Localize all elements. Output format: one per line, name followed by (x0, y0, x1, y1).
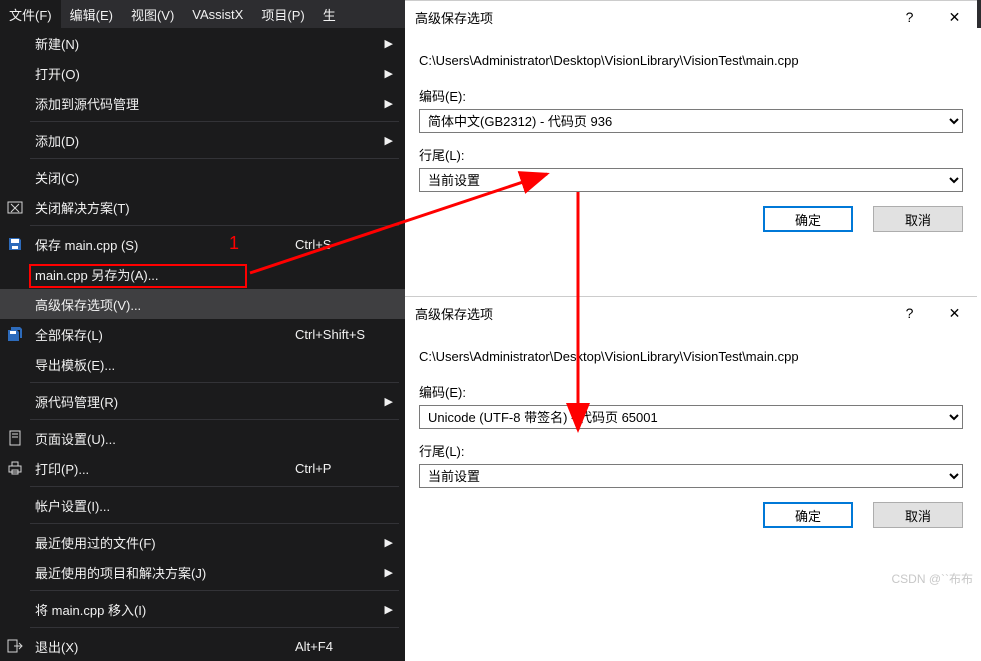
menu-vassistx[interactable]: VAssistX (183, 0, 252, 28)
dialog2-ok-button[interactable]: 确定 (763, 502, 853, 528)
menu-item-label: 导出模板(E)... (30, 355, 295, 374)
menu-item-label: 最近使用过的文件(F) (30, 533, 295, 552)
menu-item-9[interactable]: 全部保存(L)Ctrl+Shift+S (0, 319, 405, 349)
dialog1-file-path: C:\Users\Administrator\Desktop\VisionLib… (419, 53, 963, 68)
page-setup-icon (0, 430, 30, 446)
menu-item-label: 退出(X) (30, 637, 295, 656)
menu-item-4[interactable]: 关闭(C) (0, 162, 405, 192)
menu-item-label: 保存 main.cpp (S) (30, 235, 295, 254)
menu-item-label: 关闭解决方案(T) (30, 198, 295, 217)
menu-item-label: 高级保存选项(V)... (30, 295, 295, 314)
dialog1-close-button[interactable]: ✕ (932, 1, 977, 33)
submenu-arrow-icon: ▶ (385, 37, 393, 50)
menu-item-13[interactable]: 打印(P)...Ctrl+P (0, 453, 405, 483)
print-icon (0, 460, 30, 476)
menu-item-8[interactable]: 高级保存选项(V)... (0, 289, 405, 319)
dialog1-encoding-label: 编码(E): (419, 86, 963, 105)
dialog1-lineend-label: 行尾(L): (419, 145, 963, 164)
menu-item-shortcut: Alt+F4 (295, 639, 405, 654)
dialog2-lineend-select[interactable]: 当前设置 (419, 464, 963, 488)
exit-icon (0, 638, 30, 654)
menu-item-label: 关闭(C) (30, 168, 295, 187)
menu-item-label: 页面设置(U)... (30, 429, 295, 448)
submenu-arrow-icon: ▶ (385, 536, 393, 549)
watermark: CSDN @``布布 (891, 570, 973, 587)
dialog2-encoding-label: 编码(E): (419, 382, 963, 401)
menu-item-label: main.cpp 另存为(A)... (30, 265, 295, 284)
menu-item-15[interactable]: 最近使用过的文件(F) ▶ (0, 527, 405, 557)
menu-view[interactable]: 视图(V) (122, 0, 183, 28)
dialog1-ok-button[interactable]: 确定 (763, 206, 853, 232)
dialog1-help-button[interactable]: ? (887, 1, 932, 33)
menu-item-label: 全部保存(L) (30, 325, 295, 344)
menu-item-5[interactable]: 关闭解决方案(T) (0, 192, 405, 222)
dialog2-lineend-label: 行尾(L): (419, 441, 963, 460)
menu-item-label: 帐户设置(I)... (30, 496, 295, 515)
dialog2-titlebar: 高级保存选项 ? ✕ (405, 297, 977, 329)
dialog2-cancel-button[interactable]: 取消 (873, 502, 963, 528)
menu-item-label: 添加到源代码管理 (30, 94, 295, 113)
submenu-arrow-icon: ▶ (385, 603, 393, 616)
menu-item-2[interactable]: 添加到源代码管理 ▶ (0, 88, 405, 118)
menu-item-14[interactable]: 帐户设置(I)... (0, 490, 405, 520)
dialog2-help-button[interactable]: ? (887, 297, 932, 329)
submenu-arrow-icon: ▶ (385, 566, 393, 579)
menu-item-10[interactable]: 导出模板(E)... (0, 349, 405, 379)
dialog1-title: 高级保存选项 (405, 8, 887, 27)
dialog2-file-path: C:\Users\Administrator\Desktop\VisionLib… (419, 349, 963, 364)
menu-item-1[interactable]: 打开(O) ▶ (0, 58, 405, 88)
menu-item-label: 源代码管理(R) (30, 392, 295, 411)
menu-item-17[interactable]: 将 main.cpp 移入(I) ▶ (0, 594, 405, 624)
menu-item-label: 将 main.cpp 移入(I) (30, 600, 295, 619)
menu-item-shortcut: Ctrl+S (295, 237, 405, 252)
submenu-arrow-icon: ▶ (385, 395, 393, 408)
file-menu-dropdown: 新建(N) ▶ 打开(O) ▶ 添加到源代码管理 ▶ 添加(D) ▶ 关闭(C) 关闭解决方案(T… (0, 28, 405, 661)
menu-item-shortcut: Ctrl+Shift+S (295, 327, 405, 342)
menu-item-6[interactable]: 保存 main.cpp (S)Ctrl+S (0, 229, 405, 259)
dialog2-encoding-select[interactable]: Unicode (UTF-8 带签名) - 代码页 65001 (419, 405, 963, 429)
dialog-advanced-save-1: 高级保存选项 ? ✕ C:\Users\Administrator\Deskto… (405, 0, 977, 246)
dialog2-close-button[interactable]: ✕ (932, 297, 977, 329)
menu-item-shortcut: Ctrl+P (295, 461, 405, 476)
menu-item-11[interactable]: 源代码管理(R) ▶ (0, 386, 405, 416)
menu-project[interactable]: 项目(P) (252, 0, 313, 28)
menu-item-16[interactable]: 最近使用的项目和解决方案(J) ▶ (0, 557, 405, 587)
menu-file[interactable]: 文件(F) (0, 0, 61, 28)
menu-item-label: 添加(D) (30, 131, 295, 150)
dialog1-encoding-select[interactable]: 简体中文(GB2312) - 代码页 936 (419, 109, 963, 133)
menu-item-label: 打开(O) (30, 64, 295, 83)
submenu-arrow-icon: ▶ (385, 97, 393, 110)
menu-edit[interactable]: 编辑(E) (61, 0, 122, 28)
save-all-icon (0, 326, 30, 342)
dialog1-lineend-select[interactable]: 当前设置 (419, 168, 963, 192)
menu-item-0[interactable]: 新建(N) ▶ (0, 28, 405, 58)
dialog2-title: 高级保存选项 (405, 304, 887, 323)
menu-item-label: 新建(N) (30, 34, 295, 53)
menu-build[interactable]: 生 (314, 0, 345, 28)
submenu-arrow-icon: ▶ (385, 134, 393, 147)
menu-item-18[interactable]: 退出(X)Alt+F4 (0, 631, 405, 661)
dialog-advanced-save-2: 高级保存选项 ? ✕ C:\Users\Administrator\Deskto… (405, 296, 977, 542)
save-icon (0, 236, 30, 252)
dialog1-cancel-button[interactable]: 取消 (873, 206, 963, 232)
menu-item-7[interactable]: main.cpp 另存为(A)... (0, 259, 405, 289)
menu-item-label: 最近使用的项目和解决方案(J) (30, 563, 295, 582)
submenu-arrow-icon: ▶ (385, 67, 393, 80)
dialog1-titlebar: 高级保存选项 ? ✕ (405, 1, 977, 33)
close-solution-icon (0, 199, 30, 215)
menu-item-label: 打印(P)... (30, 459, 295, 478)
menu-item-12[interactable]: 页面设置(U)... (0, 423, 405, 453)
menu-item-3[interactable]: 添加(D) ▶ (0, 125, 405, 155)
